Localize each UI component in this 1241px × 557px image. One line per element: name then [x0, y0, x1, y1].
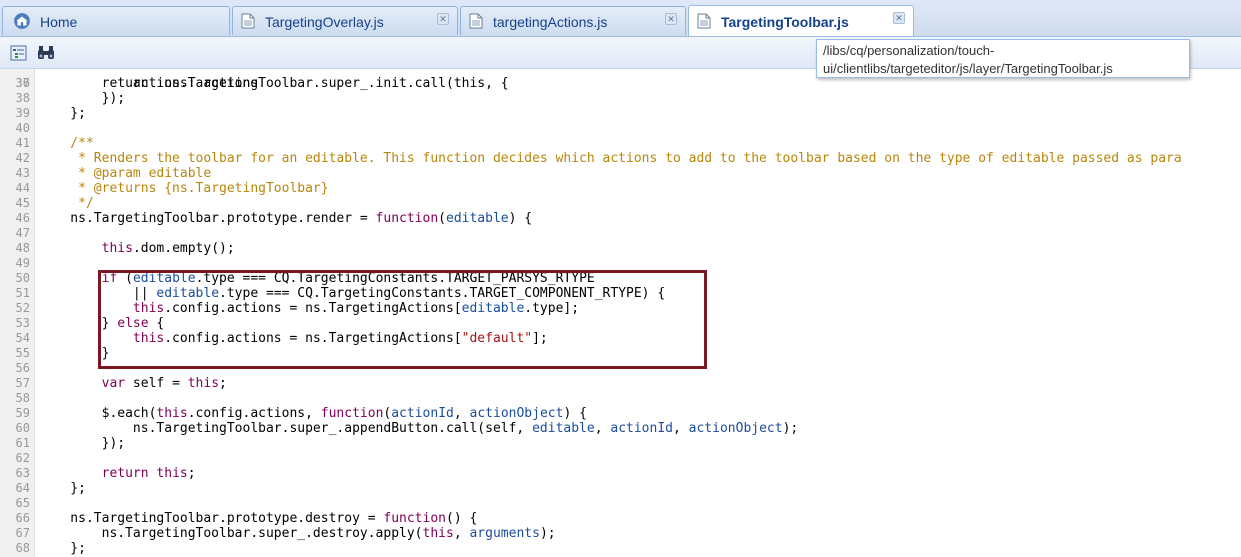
- tab-targeting-toolbar[interactable]: TargetingToolbar.js ✕: [688, 5, 914, 36]
- line-code: */: [39, 196, 94, 211]
- line-number: 44: [15, 181, 30, 195]
- tab-label: TargetingOverlay.js: [265, 14, 384, 30]
- code-line: 41 /**: [0, 136, 1241, 151]
- line-code: ns.TargetingToolbar.super_.appendButton.…: [39, 421, 799, 436]
- code-line: 38 });: [0, 91, 1241, 106]
- code-line: 39 };: [0, 106, 1241, 121]
- line-number: 55: [15, 346, 30, 360]
- code-line: 46 ns.TargetingToolbar.prototype.render …: [0, 211, 1241, 226]
- code-line: 45 */: [0, 196, 1241, 211]
- line-code: $.each(this.config.actions, function(act…: [39, 406, 587, 421]
- line-code: var self = this;: [101, 376, 227, 391]
- line-number: 63: [15, 466, 30, 480]
- tab-label: targetingActions.js: [493, 14, 608, 30]
- line-code: ns.TargetingToolbar.super_.destroy.apply…: [39, 526, 556, 541]
- line-code: };: [39, 106, 86, 121]
- line-code: actions: actions: [39, 76, 259, 91]
- file-path-tooltip: /libs/cq/personalization/touch- ui/clien…: [816, 39, 1190, 78]
- code-line: 42 * Renders the toolbar for an editable…: [0, 151, 1241, 166]
- line-number: 57: [15, 376, 30, 390]
- tab-targeting-actions[interactable]: targetingActions.js ✕: [460, 6, 686, 35]
- line-number: 64: [15, 481, 30, 495]
- line-number: 49: [15, 256, 30, 270]
- code-line: 67 ns.TargetingToolbar.super_.destroy.ap…: [0, 526, 1241, 541]
- line-code: });: [39, 436, 126, 451]
- code-line: 40: [0, 121, 1241, 136]
- code-line: 57 var self = this;: [0, 376, 1241, 391]
- line-code: ns.TargetingToolbar.prototype.destroy = …: [39, 511, 478, 526]
- line-number: 50: [15, 271, 30, 285]
- highlight-box: [98, 270, 707, 369]
- line-number: 60: [15, 421, 30, 435]
- line-number: 68: [15, 541, 30, 555]
- line-code: ns.TargetingToolbar.prototype.render = f…: [39, 211, 533, 226]
- close-icon[interactable]: ✕: [665, 13, 677, 25]
- tab-label: Home: [40, 14, 78, 30]
- outline-icon[interactable]: [9, 43, 29, 63]
- line-number: 59: [15, 406, 30, 420]
- line-code: * @returns {ns.TargetingToolbar}: [39, 181, 329, 196]
- code-line: 47: [0, 226, 1241, 241]
- code-line: 48 this.dom.empty();: [0, 241, 1241, 256]
- line-number: 62: [15, 451, 30, 465]
- file-icon: [697, 13, 711, 29]
- code-line: 66 ns.TargetingToolbar.prototype.destroy…: [0, 511, 1241, 526]
- code-line: 59 $.each(this.config.actions, function(…: [0, 406, 1241, 421]
- line-code: this.dom.empty();: [101, 241, 235, 256]
- line-number: 48: [15, 241, 30, 255]
- tab-label: TargetingToolbar.js: [721, 14, 849, 30]
- close-icon[interactable]: ✕: [437, 13, 449, 25]
- line-number: 67: [15, 526, 30, 540]
- code-line: 61 });: [0, 436, 1241, 451]
- code-line: 49: [0, 256, 1241, 271]
- code-line: 68 };: [0, 541, 1241, 556]
- line-code: return this;: [101, 466, 196, 481]
- line-code: /**: [39, 136, 94, 151]
- file-icon: [469, 13, 483, 29]
- line-code: * Renders the toolbar for an editable. T…: [39, 151, 1182, 166]
- line-number: 42: [15, 151, 30, 165]
- home-icon: [14, 13, 30, 29]
- code-line: 37 actions: actions: [0, 76, 1241, 91]
- code-line: 43 * @param editable: [0, 166, 1241, 181]
- line-number: 40: [15, 121, 30, 135]
- tab-home[interactable]: Home: [2, 6, 230, 35]
- code-line: 44 * @returns {ns.TargetingToolbar}: [0, 181, 1241, 196]
- code-line: 65: [0, 496, 1241, 511]
- line-number: 54: [15, 331, 30, 345]
- line-number: 52: [15, 301, 30, 315]
- tooltip-line: ui/clientlibs/targeteditor/js/layer/Targ…: [823, 61, 1113, 76]
- line-number: 66: [15, 511, 30, 525]
- file-icon: [241, 13, 255, 29]
- line-number: 38: [15, 91, 30, 105]
- code-line: 58: [0, 391, 1241, 406]
- line-number: 65: [15, 496, 30, 510]
- line-number: 58: [15, 391, 30, 405]
- line-number: 61: [15, 436, 30, 450]
- line-number: 39: [15, 106, 30, 120]
- tooltip-line: /libs/cq/personalization/touch-: [823, 43, 995, 58]
- code-line: 63 return this;: [0, 466, 1241, 481]
- tab-targeting-overlay[interactable]: TargetingOverlay.js ✕: [232, 6, 458, 35]
- line-number: 56: [15, 361, 30, 375]
- line-code: };: [39, 481, 86, 496]
- binoculars-icon[interactable]: [36, 43, 56, 63]
- line-code: * @param editable: [39, 166, 212, 181]
- line-code: };: [39, 541, 86, 556]
- line-number: 51: [15, 286, 30, 300]
- code-line: 60 ns.TargetingToolbar.super_.appendButt…: [0, 421, 1241, 436]
- line-number: 43: [15, 166, 30, 180]
- line-number: 53: [15, 316, 30, 330]
- code-editor[interactable]: 36 return ns.TargetingToolbar.super_.ini…: [0, 69, 1241, 557]
- line-code: });: [39, 91, 126, 106]
- line-number: 47: [15, 226, 30, 240]
- line-number: 41: [15, 136, 30, 150]
- close-icon[interactable]: ✕: [893, 12, 905, 24]
- line-number: 46: [15, 211, 30, 225]
- code-line: 64 };: [0, 481, 1241, 496]
- line-number: 45: [15, 196, 30, 210]
- line-number: 37: [15, 76, 30, 90]
- tab-bar: Home TargetingOverlay.js ✕ targetingActi…: [0, 0, 1241, 37]
- code-line: 62: [0, 451, 1241, 466]
